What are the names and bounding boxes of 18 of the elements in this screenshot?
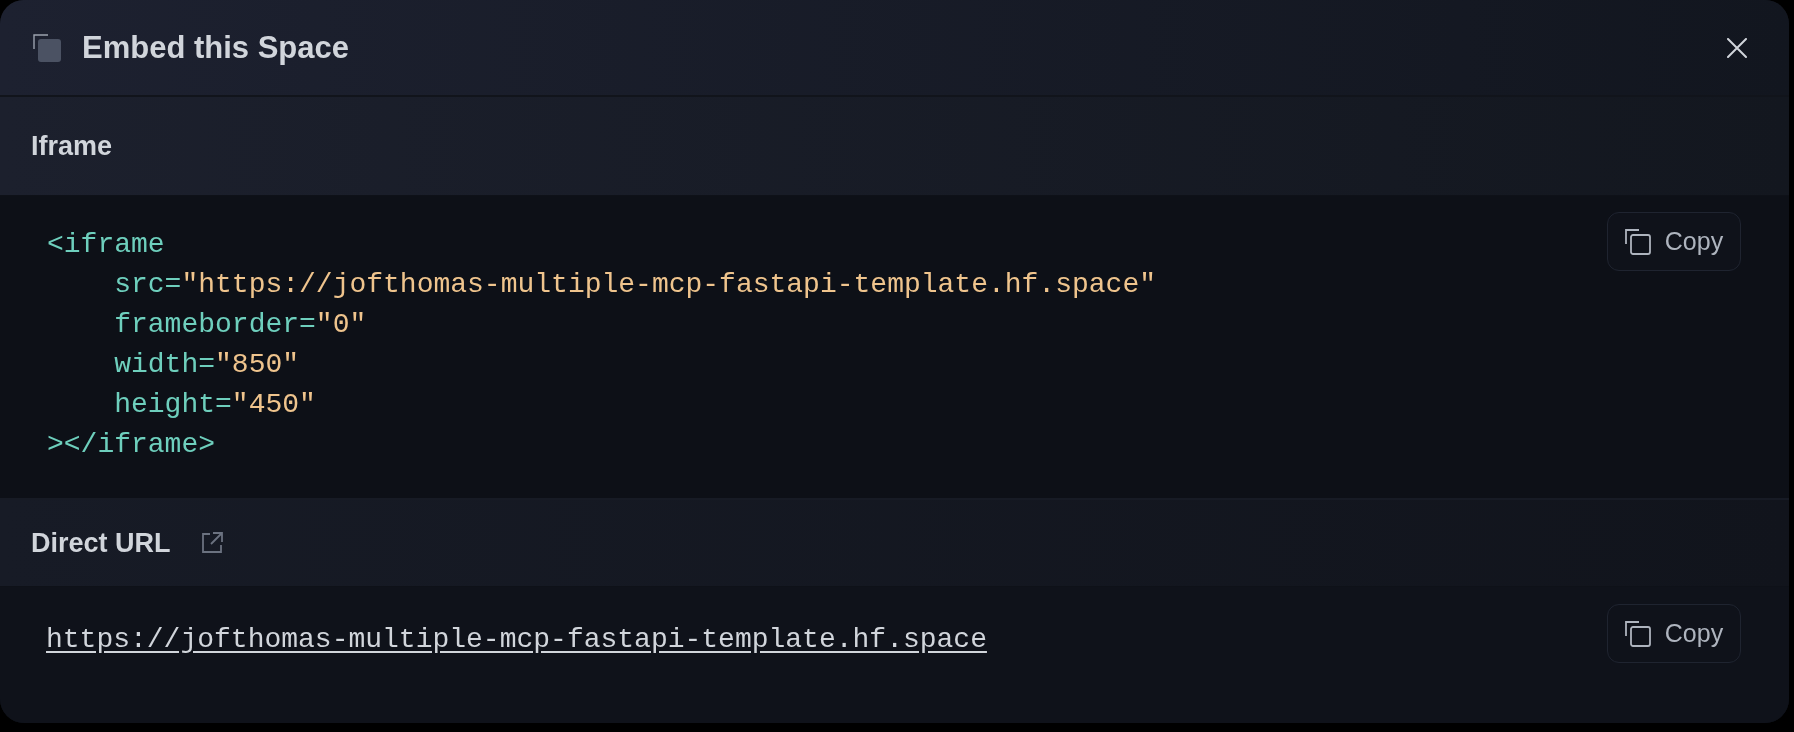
code-line: ></iframe> [47,428,217,462]
dialog-title: Embed this Space [82,32,350,63]
copy-icon [1624,228,1651,255]
close-icon [1727,37,1747,58]
code-line: width="850" [113,348,301,382]
section-heading: Iframe [31,129,113,163]
url-link[interactable]: https://jofthomas-multiple-mcp-fastapi-template.hf.space [46,620,987,660]
section-heading: Direct URL [31,526,171,560]
code-line: <iframe [47,228,166,262]
code-line: frameborder="0" [113,308,368,342]
copy-icon [1624,620,1651,647]
stacked-squares-icon [33,33,61,62]
code-line: height="450" [113,388,317,422]
copy-button[interactable]: Copy [1607,212,1741,271]
code-line: src="https://jofthomas-multiple-mcp-fastapi-template.hf.space" [113,268,1156,302]
external-link-icon[interactable] [200,532,223,554]
close-button[interactable] [1727,37,1747,58]
copy-button[interactable]: Copy [1607,604,1741,663]
